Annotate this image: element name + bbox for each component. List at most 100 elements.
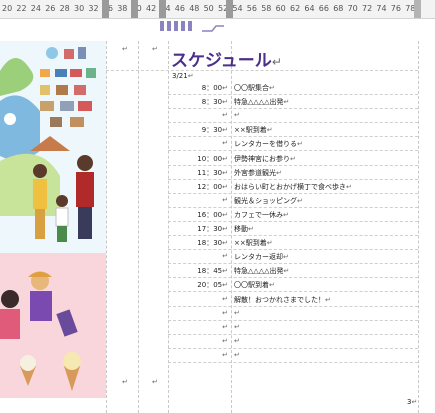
- cell-mark: ↵: [152, 45, 158, 53]
- ruler-number: 72: [362, 4, 373, 13]
- table-row-border: [168, 277, 418, 279]
- ruler-number: 46: [174, 4, 185, 13]
- ruler-number: 20: [2, 4, 13, 13]
- ruler-number: 42: [146, 4, 157, 13]
- schedule-activity[interactable]: 特急△△△△出発↵: [234, 97, 289, 107]
- table-border: [168, 41, 169, 413]
- table-row-border: [168, 361, 418, 363]
- table-row-border: [168, 122, 418, 124]
- table-border: [138, 41, 139, 413]
- horizontal-ruler[interactable]: 2022242628303236384042444648505254565860…: [0, 0, 435, 19]
- table-row-border: [168, 347, 418, 349]
- ruler-number: 32: [88, 4, 99, 13]
- table-row-border: [168, 220, 418, 222]
- schedule-activity[interactable]: レンタカー返却↵: [234, 252, 289, 262]
- schedule-activity[interactable]: ↵: [234, 337, 240, 345]
- table-row-border: [168, 333, 418, 335]
- schedule-activity[interactable]: 外宮参道観光↵: [234, 168, 282, 178]
- schedule-time[interactable]: ↵: [222, 323, 228, 331]
- ruler-number: 74: [376, 4, 387, 13]
- table-row-border: [168, 235, 418, 236]
- ruler-number: 76: [390, 4, 401, 13]
- table-row-border: [168, 94, 418, 95]
- schedule-time[interactable]: 11：30↵: [197, 168, 228, 178]
- column-marker[interactable]: [131, 0, 138, 18]
- table-row-border: [168, 305, 418, 307]
- schedule-time[interactable]: ↵: [222, 337, 228, 345]
- table-row-border: [168, 136, 418, 138]
- schedule-time[interactable]: 10：00↵: [197, 154, 228, 164]
- schedule-activity[interactable]: レンタカーを借りる↵: [234, 139, 303, 149]
- ruler-number: 70: [347, 4, 358, 13]
- table-border: [231, 41, 232, 413]
- table-row-border: [168, 164, 418, 166]
- column-marker[interactable]: [102, 0, 109, 18]
- ruler-number: 60: [275, 4, 286, 13]
- ruler-number: 48: [189, 4, 200, 13]
- table-row-border: [168, 249, 418, 251]
- ruler-number: 56: [246, 4, 257, 13]
- ruler-number: 54: [232, 4, 243, 13]
- schedule-time[interactable]: 8：00↵: [202, 83, 228, 93]
- table-row-border: [168, 108, 418, 110]
- schedule-time[interactable]: 16：00↵: [197, 210, 228, 220]
- schedule-time[interactable]: 17：30↵: [197, 224, 228, 234]
- schedule-time[interactable]: ↵: [222, 139, 228, 147]
- schedule-activity[interactable]: カフェで一休み↵: [234, 210, 289, 220]
- column-marker[interactable]: [159, 0, 166, 18]
- schedule-date[interactable]: 3/21↵: [172, 72, 194, 80]
- schedule-activity[interactable]: おはらい町とおかげ横丁で食べ歩き↵: [234, 182, 352, 192]
- schedule-time[interactable]: 20：05↵: [197, 280, 228, 290]
- schedule-time[interactable]: 18：30↵: [197, 238, 228, 248]
- cell-mark: ↵: [122, 45, 128, 53]
- schedule-time[interactable]: 12：00↵: [197, 182, 228, 192]
- column-marker[interactable]: [226, 0, 233, 18]
- schedule-time[interactable]: ↵: [222, 309, 228, 317]
- schedule-activity[interactable]: ××駅到着↵: [234, 238, 273, 248]
- ruler-number: 64: [304, 4, 315, 13]
- schedule-time[interactable]: ↵: [222, 351, 228, 359]
- table-row-border: [168, 319, 418, 321]
- schedule-activity[interactable]: 移動↵: [234, 224, 254, 234]
- schedule-activity[interactable]: ↵: [234, 351, 240, 359]
- table-row-border: [168, 178, 418, 180]
- table-row-border: [168, 192, 418, 194]
- right-indent-marker[interactable]: [414, 0, 421, 18]
- schedule-activity[interactable]: ↵: [234, 111, 240, 119]
- schedule-time[interactable]: ↵: [222, 111, 228, 119]
- schedule-time[interactable]: ↵: [222, 295, 228, 303]
- table-border: [106, 41, 107, 413]
- schedule-activity[interactable]: 〇〇駅集合↵: [234, 83, 275, 93]
- decoration-graphic: [160, 21, 224, 32]
- ruler-number: 38: [117, 4, 128, 13]
- cell-mark: ↵: [152, 378, 158, 386]
- ruler-number: 50: [203, 4, 214, 13]
- schedule-activity[interactable]: 伊勢神宮にお参り↵: [234, 154, 296, 164]
- schedule-time[interactable]: 9：30↵: [202, 125, 228, 135]
- table-row-border: [168, 150, 418, 152]
- schedule-activity[interactable]: ××駅到着↵: [234, 125, 273, 135]
- ruler-number: 30: [74, 4, 85, 13]
- schedule-activity[interactable]: 特急△△△△出発↵: [234, 266, 289, 276]
- schedule-activity[interactable]: 観光＆ショッピング↵: [234, 196, 303, 206]
- schedule-activity[interactable]: ↵: [234, 323, 240, 331]
- ruler-number: 28: [59, 4, 70, 13]
- schedule-activity[interactable]: 〇〇駅到着↵: [234, 280, 275, 290]
- ruler-number: 26: [45, 4, 56, 13]
- schedule-activity[interactable]: ↵: [234, 309, 240, 317]
- page-title[interactable]: スケジュール↵: [171, 46, 282, 71]
- document-page[interactable]: ↵ ↵ ↵ ↵ スケジュール↵ 3/21↵ 8：00↵ 〇〇駅集合↵ 8：30↵ 特急…: [0, 19, 435, 413]
- schedule-time[interactable]: ↵: [222, 252, 228, 260]
- travel-illustration: [0, 41, 106, 398]
- ruler-number: 66: [318, 4, 329, 13]
- schedule-time[interactable]: ↵: [222, 196, 228, 204]
- table-border: [418, 41, 419, 413]
- page-number: 3↵: [407, 398, 418, 406]
- schedule-activity[interactable]: 解散！おつかれさまでした！↵: [234, 295, 331, 305]
- table-row-border: [168, 263, 418, 265]
- ruler-number: 68: [333, 4, 344, 13]
- schedule-time[interactable]: 8：30↵: [202, 97, 228, 107]
- ruler-number: 24: [30, 4, 41, 13]
- schedule-time[interactable]: 18：45↵: [197, 266, 228, 276]
- table-row-border: [168, 206, 418, 208]
